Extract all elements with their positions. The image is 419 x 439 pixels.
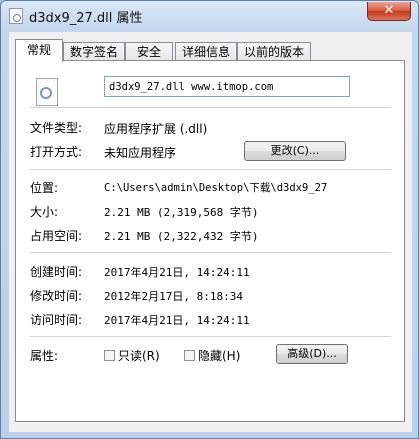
file-type-label: 文件类型: [30,121,83,135]
created-label: 创建时间: [30,265,83,279]
hidden-label: 隐藏(H) [198,349,241,363]
change-button[interactable]: 更改(C)... [244,141,346,161]
tab-security[interactable]: 安全 [125,42,173,61]
dll-file-icon [9,8,23,24]
modified-value: 2012年2月17日, 8:18:34 [104,290,243,303]
separator [30,107,391,108]
general-tab-panel: 文件类型: 应用程序扩展 (.dll) 打开方式: 未知应用程序 更改(C)..… [15,60,405,422]
dialog-client-area: 常规 数字签名 安全 详细信息 以前的版本 文件类型: 应用程序扩展 (.dll… [9,32,412,432]
tab-previous-versions[interactable]: 以前的版本 [237,42,311,61]
size-value: 2.21 MB (2,319,568 字节) [104,206,259,219]
size-on-disk-label: 占用空间: [30,229,83,243]
open-with-value: 未知应用程序 [104,146,177,160]
file-type-value: 应用程序扩展 (.dll) [104,122,208,136]
tab-strip: 常规 数字签名 安全 详细信息 以前的版本 [15,39,405,62]
separator [30,336,391,337]
advanced-button[interactable]: 高级(D)... [276,344,348,364]
title-bar[interactable]: d3dx9_27.dll 属性 ✕ [1,1,418,31]
accessed-label: 访问时间: [30,313,83,327]
readonly-checkbox[interactable]: 只读(R) [104,347,160,364]
checkbox-box[interactable] [104,350,115,361]
properties-window: d3dx9_27.dll 属性 ✕ 常规 数字签名 安全 详细信息 以前的版本 … [0,0,419,439]
tab-digital-signatures[interactable]: 数字签名 [63,42,125,61]
accessed-value: 2017年4月21日, 14:24:11 [104,314,250,327]
dll-file-icon [36,78,58,106]
checkbox-box[interactable] [184,350,195,361]
tab-general[interactable]: 常规 [15,39,63,62]
close-icon: ✕ [383,3,395,18]
location-label: 位置: [30,181,59,195]
readonly-label: 只读(R) [118,349,160,363]
window-title: d3dx9_27.dll 属性 [29,11,143,26]
size-label: 大小: [30,205,59,219]
hidden-checkbox[interactable]: 隐藏(H) [184,347,240,364]
size-on-disk-value: 2.21 MB (2,322,432 字节) [104,230,259,243]
created-value: 2017年4月21日, 14:24:11 [104,266,250,279]
close-button[interactable]: ✕ [367,2,411,21]
tab-details[interactable]: 详细信息 [175,42,237,61]
modified-label: 修改时间: [30,289,83,303]
attributes-label: 属性: [30,349,59,363]
filename-input[interactable] [104,76,350,97]
open-with-label: 打开方式: [30,145,83,159]
separator [30,252,391,253]
location-value: C:\Users\admin\Desktop\下载\d3dx9_27 [104,182,328,194]
separator [30,169,391,170]
